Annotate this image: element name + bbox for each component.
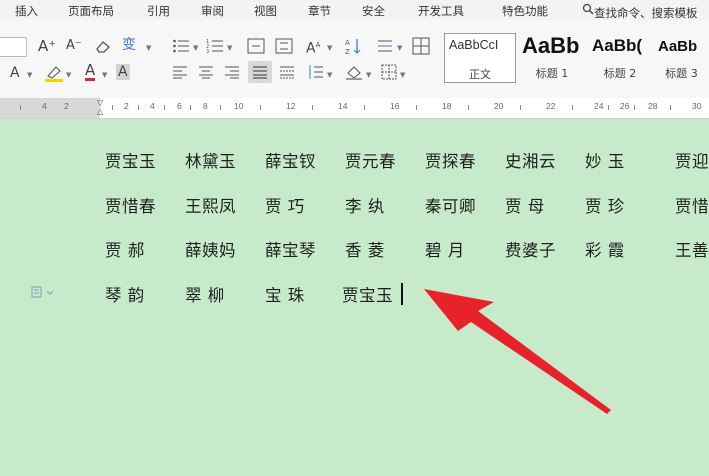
arrow-annotation <box>424 289 611 414</box>
red-arrow-icon <box>424 289 611 414</box>
